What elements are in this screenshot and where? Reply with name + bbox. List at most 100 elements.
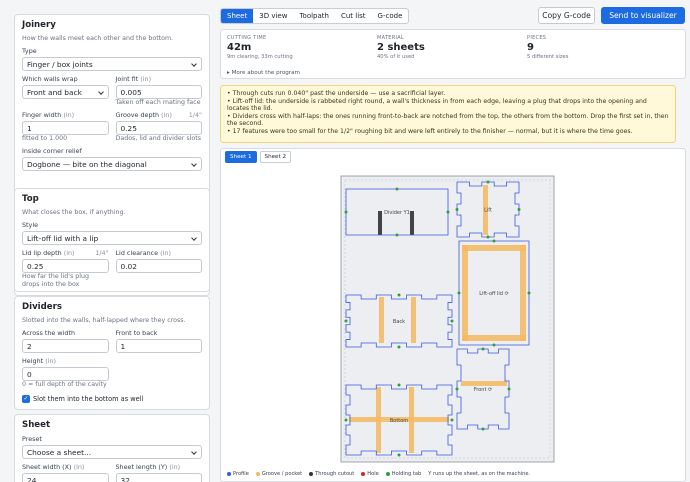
holding-tab xyxy=(455,387,459,391)
stat-label: CUTTING TIME xyxy=(227,35,267,41)
groove-note: Dados, lid and divider slots xyxy=(115,135,202,142)
holding-tab xyxy=(395,233,399,237)
holding-tab xyxy=(492,239,496,243)
part-label: Lift-off lid ⟳ xyxy=(479,291,509,297)
legend-through: Through cutout xyxy=(309,471,354,477)
holding-tab xyxy=(397,383,401,387)
tab-gcode[interactable]: G-code xyxy=(372,9,409,23)
holding-tab xyxy=(486,235,490,239)
divider-height-input[interactable]: 0 xyxy=(22,367,109,381)
holding-tab xyxy=(486,180,490,184)
lip-depth-fraction: 1/4" xyxy=(95,249,109,257)
legend-note: Y runs up the sheet, as on the machine. xyxy=(428,471,531,477)
relief-label: Inside corner relief xyxy=(22,147,82,155)
holding-tab xyxy=(397,345,401,349)
lid-clearance-label: Lid clearance xyxy=(115,249,159,257)
lid-clearance-unit: (in) xyxy=(160,249,171,257)
finger-note: fitted to 1.000 xyxy=(22,135,68,142)
send-to-visualizer-button[interactable]: Send to visualizer xyxy=(601,7,685,24)
groove-depth-input[interactable]: 0.25 xyxy=(115,121,202,135)
front-to-back-input[interactable]: 1 xyxy=(115,339,202,353)
groove-pocket xyxy=(462,335,526,341)
across-width-input[interactable]: 2 xyxy=(22,339,109,353)
wrap-select[interactable]: Front and back xyxy=(22,85,109,99)
stat-sub: 40% of it used xyxy=(377,54,415,60)
across-label: Across the width xyxy=(22,329,75,337)
sheet-length-label: Sheet length (Y) xyxy=(115,463,168,471)
sheet-panel: Sheet 1 Sheet 2 Divider Y1 Lift Lift-off l… xyxy=(220,148,686,482)
stat-value: 2 sheets xyxy=(377,42,425,53)
stat-cutting-time: CUTTING TIME 42m 9m clearing, 33m cuttin… xyxy=(227,35,293,60)
alert-line: • Through cuts run 0.040" past the under… xyxy=(227,90,446,97)
stat-value: 42m xyxy=(227,42,252,53)
groove-label: Groove depth xyxy=(115,111,160,119)
finger-label: Finger width xyxy=(22,111,62,119)
view-tabs: Sheet 3D view Toolpath Cut list G-code xyxy=(220,8,410,24)
holding-tab xyxy=(527,291,531,295)
groove-pocket xyxy=(520,245,526,341)
through-cutout xyxy=(410,211,414,235)
top-style-select[interactable]: Lift-off lid with a lip xyxy=(22,231,202,245)
holding-tab xyxy=(450,418,454,422)
sheet-width-input[interactable]: 24 xyxy=(22,473,109,482)
holding-tab xyxy=(492,343,496,347)
sheet-width-unit: (in) xyxy=(73,463,85,471)
joint-type-select[interactable]: Finger / box joints xyxy=(22,57,202,71)
wrap-label: Which walls wrap xyxy=(22,75,78,83)
groove-pocket xyxy=(462,245,526,251)
holding-tab xyxy=(455,208,459,211)
stat-sub: 5 different sizes xyxy=(527,54,569,60)
lip-depth-unit: (in) xyxy=(63,249,75,257)
groove-fraction: 1/4" xyxy=(188,111,202,119)
holding-tab xyxy=(457,291,461,295)
finger-width-input[interactable]: 1 xyxy=(22,121,109,135)
sheet-layout-canvas: Divider Y1 Lift Lift-off lid ⟳ Back Front ⟳ B… xyxy=(340,175,555,463)
part-label: Front ⟳ xyxy=(474,387,493,393)
lip-depth-label: Lid lip depth xyxy=(22,249,62,257)
tab-3d-view[interactable]: 3D view xyxy=(253,9,293,23)
holding-tab xyxy=(507,387,511,391)
slot-bottom-checkbox[interactable]: ✓ Slot them into the bottom as well xyxy=(22,395,202,403)
joinery-title: Joinery xyxy=(22,20,56,30)
slot-bottom-label: Slot them into the bottom as well xyxy=(33,395,144,403)
stats-panel: CUTTING TIME 42m 9m clearing, 33m cuttin… xyxy=(220,29,686,79)
fit-note: Taken off each mating face xyxy=(115,99,201,106)
holding-tab xyxy=(344,210,348,214)
part-label: Back xyxy=(393,319,405,325)
stat-sub: 9m clearing, 33m cutting xyxy=(227,54,293,60)
settings-sidebar: Joinery How the walls meet each other an… xyxy=(0,0,214,482)
holding-tab xyxy=(517,208,521,211)
tab-cut-list[interactable]: Cut list xyxy=(335,9,372,23)
alert-line: • 17 features were too small for the 1/2… xyxy=(227,127,633,135)
stat-value: 9 xyxy=(527,42,534,53)
legend-profile: Profile xyxy=(227,471,249,477)
groove-unit: (in) xyxy=(161,111,172,119)
stat-label: MATERIAL xyxy=(377,35,405,41)
part-label: Bottom xyxy=(390,418,408,424)
holding-tab xyxy=(481,427,485,431)
copy-gcode-button[interactable]: Copy G-code xyxy=(538,7,595,24)
corner-relief-select[interactable]: Dogbone — bite on the diagonal xyxy=(22,157,202,171)
height-label: Height xyxy=(22,357,44,365)
warnings-alert: • Through cuts run 0.040" past the under… xyxy=(220,85,676,143)
part-label: Lift xyxy=(484,208,492,214)
height-unit: (in) xyxy=(45,357,56,365)
sheet-preset-select[interactable]: Choose a sheet... xyxy=(22,445,202,459)
holding-tab xyxy=(397,293,401,297)
sheet-length-input[interactable]: 32 xyxy=(115,473,202,482)
stat-material: MATERIAL 2 sheets 40% of it used xyxy=(377,35,425,60)
lid-clearance-input[interactable]: 0.02 xyxy=(115,259,202,273)
fit-label: Joint fit xyxy=(115,75,139,83)
checkbox-checked-icon: ✓ xyxy=(22,395,30,403)
type-label: Type xyxy=(22,47,37,55)
lip-depth-input[interactable]: 0.25 xyxy=(22,259,109,273)
tab-sheet[interactable]: Sheet xyxy=(221,9,254,23)
stat-pieces: PIECES 9 5 different sizes xyxy=(527,35,568,60)
more-about-program-toggle[interactable]: ▸ More about the program xyxy=(227,70,300,76)
groove-pocket xyxy=(411,297,416,343)
holding-tab xyxy=(395,187,399,191)
tab-toolpath[interactable]: Toolpath xyxy=(293,9,335,23)
holding-tab xyxy=(344,418,348,422)
part-label: Divider Y1 xyxy=(384,210,410,216)
joint-fit-input[interactable]: 0.005 xyxy=(115,85,202,99)
